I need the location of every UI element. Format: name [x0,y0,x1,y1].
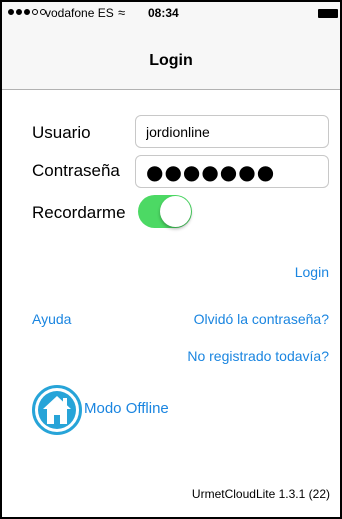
forgot-password-link[interactable]: Olvidó la contraseña? [194,311,329,327]
password-field[interactable] [135,155,329,188]
offline-mode-link[interactable]: Modo Offline [84,400,169,417]
remember-label: Recordarme [32,203,126,222]
navigation-bar: Login [2,24,340,90]
wifi-icon: ≈ [118,5,126,20]
username-label: Usuario [32,123,91,142]
status-time: 08:34 [148,6,179,20]
app-screen: vodafone ES ≈ 08:34 Login Usuario Contra… [0,0,342,519]
battery-icon [318,9,338,18]
page-title: Login [149,52,193,69]
login-link[interactable]: Login [295,264,329,280]
username-field[interactable] [135,115,329,148]
password-label: Contraseña [32,161,120,180]
toggle-knob [160,196,191,227]
signal-strength-icon [8,9,46,15]
home-icon[interactable] [32,385,82,435]
register-link[interactable]: No registrado todavía? [187,348,329,364]
carrier-name: vodafone ES [45,6,114,20]
help-link[interactable]: Ayuda [32,311,71,327]
remember-toggle[interactable] [138,195,192,228]
status-bar: vodafone ES ≈ 08:34 [2,2,340,24]
app-version: UrmetCloudLite 1.3.1 (22) [191,487,330,501]
